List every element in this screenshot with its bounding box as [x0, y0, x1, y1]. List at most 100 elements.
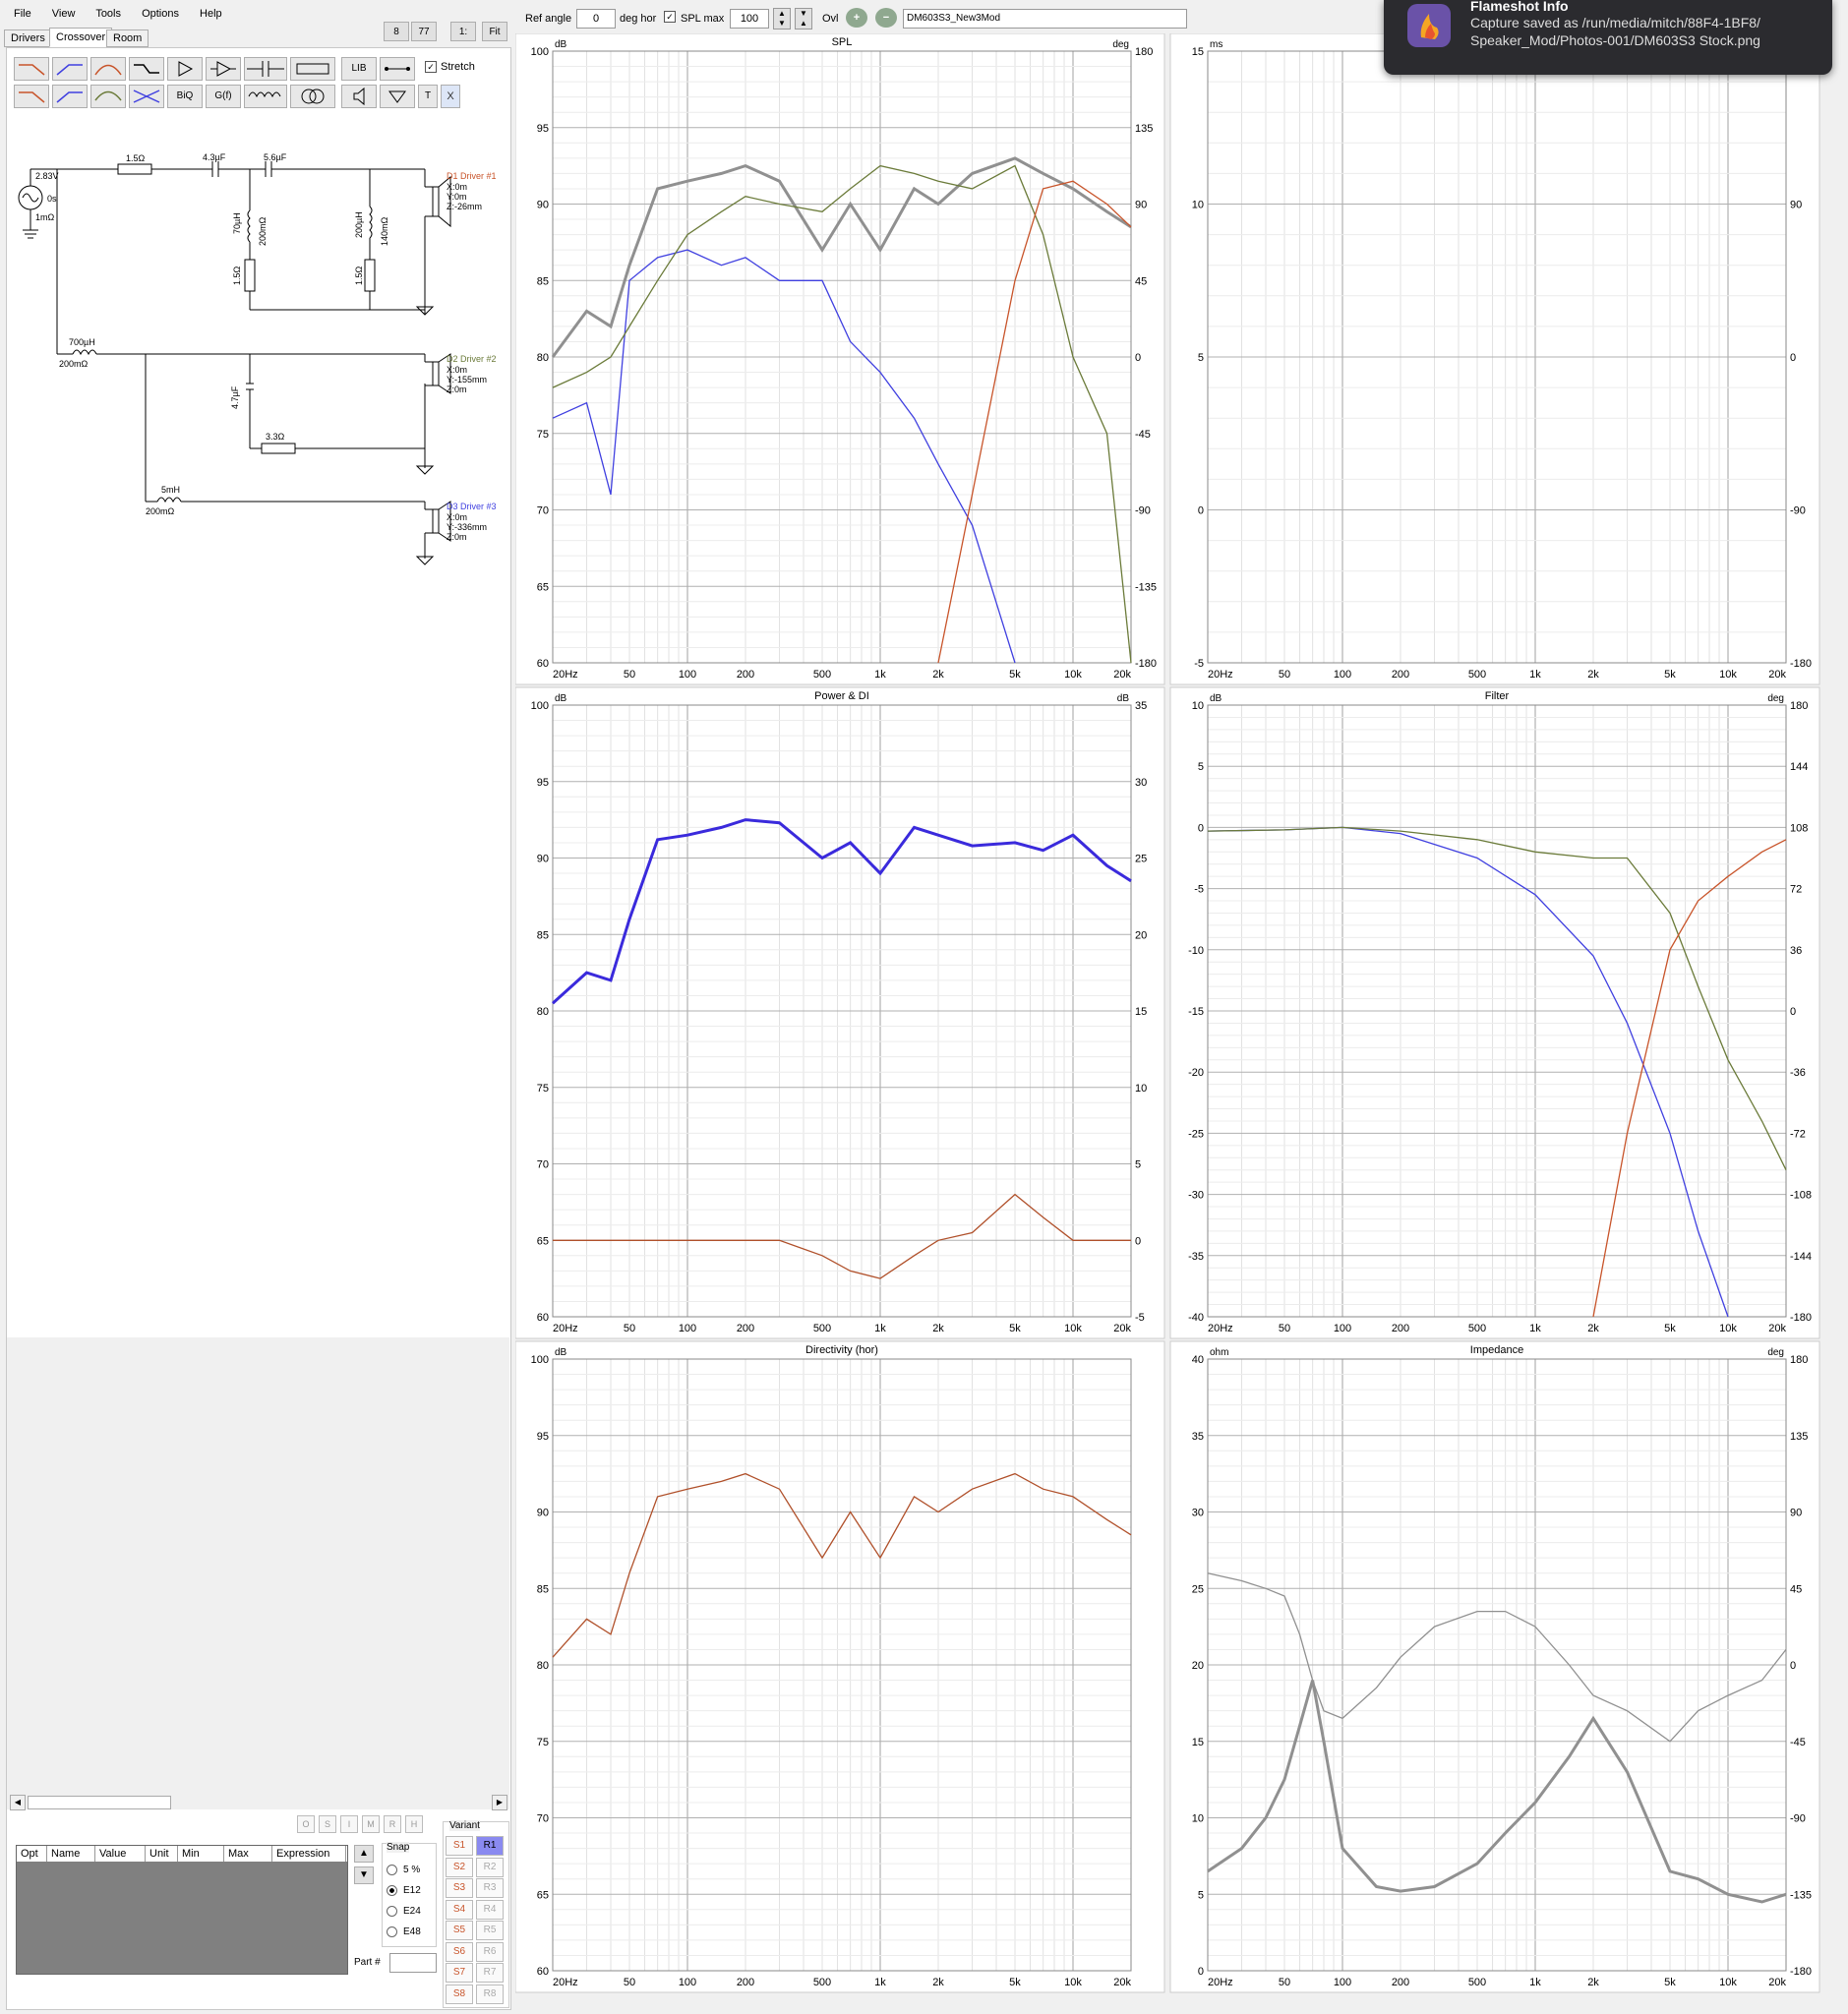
- ref-angle-input[interactable]: 0: [576, 9, 616, 29]
- snap-radio-5[interactable]: [387, 1865, 397, 1875]
- biquad-button[interactable]: BiQ: [167, 85, 203, 108]
- buffer-icon[interactable]: [206, 57, 241, 81]
- y-tick-label: 0: [1198, 1966, 1204, 1978]
- optimizer-column-max[interactable]: Max: [224, 1846, 272, 1862]
- variant-s1[interactable]: S1: [446, 1836, 473, 1856]
- y-tick-label: 95: [537, 123, 549, 135]
- variant-r5[interactable]: R5: [476, 1921, 504, 1940]
- lowpass-2-icon[interactable]: [14, 85, 49, 108]
- menu-file[interactable]: File: [14, 8, 31, 20]
- x-tick-label: 100: [1334, 1323, 1351, 1334]
- wire-icon[interactable]: [380, 57, 415, 81]
- button-8[interactable]: 8: [384, 22, 409, 41]
- variant-r3[interactable]: R3: [476, 1878, 504, 1898]
- y2-tick-label: -45: [1135, 429, 1151, 441]
- ground-icon[interactable]: [380, 85, 415, 108]
- snap-radio-E48[interactable]: [387, 1926, 397, 1937]
- notch-icon[interactable]: [129, 85, 164, 108]
- variant-r4[interactable]: R4: [476, 1899, 504, 1920]
- optimizer-flag-i[interactable]: I: [340, 1815, 358, 1833]
- fit-button[interactable]: Fit: [482, 22, 507, 41]
- part-number-input[interactable]: [389, 1953, 437, 1973]
- snap-radio-E24[interactable]: [387, 1906, 397, 1917]
- y-tick-label: -30: [1188, 1190, 1204, 1202]
- speaker-icon[interactable]: [341, 85, 377, 108]
- graph-filter: FilterdB deg1050-5-10-15-20-25-30-35-4018…: [1169, 686, 1820, 1339]
- y2-tick-label: -45: [1790, 1737, 1806, 1748]
- spl-max-checkbox[interactable]: ✓: [664, 11, 676, 23]
- snap-radio-E12[interactable]: [387, 1885, 397, 1896]
- stretch-checkbox[interactable]: ✓: [425, 61, 437, 73]
- amplifier-icon[interactable]: [167, 57, 203, 81]
- menu-options[interactable]: Options: [142, 8, 179, 20]
- allpass-icon[interactable]: [90, 85, 126, 108]
- delete-button[interactable]: X: [441, 85, 460, 108]
- tab-crossover[interactable]: Crossover: [49, 28, 113, 47]
- text-button[interactable]: T: [418, 85, 438, 108]
- spl-max-input[interactable]: 100: [730, 9, 769, 29]
- optimizer-column-value[interactable]: Value: [95, 1846, 146, 1862]
- transformer-icon[interactable]: [290, 85, 335, 108]
- variant-s4[interactable]: S4: [446, 1899, 473, 1920]
- menu-help[interactable]: Help: [200, 8, 222, 20]
- y-tick-label: 100: [531, 46, 549, 58]
- variant-r7[interactable]: R7: [476, 1963, 504, 1983]
- optimizer-flag-o[interactable]: O: [297, 1815, 315, 1833]
- variant-s7[interactable]: S7: [446, 1963, 473, 1983]
- optimizer-flag-m[interactable]: M: [362, 1815, 380, 1833]
- remove-overlay-icon[interactable]: −: [875, 8, 897, 28]
- variant-s8[interactable]: S8: [446, 1984, 473, 2004]
- optimizer-flag-h[interactable]: H: [405, 1815, 423, 1833]
- flameshot-notification[interactable]: Flameshot Info Capture saved as /run/med…: [1384, 0, 1832, 75]
- variant-r1[interactable]: R1: [476, 1836, 504, 1856]
- y2-tick-label: 180: [1135, 46, 1153, 58]
- bandpass-icon[interactable]: [90, 57, 126, 81]
- shelf-icon[interactable]: [129, 57, 164, 81]
- scroll-right-arrow[interactable]: ▶: [492, 1795, 507, 1810]
- optimizer-column-unit[interactable]: Unit: [146, 1846, 178, 1862]
- variant-r8[interactable]: R8: [476, 1984, 504, 2004]
- menu-tools[interactable]: Tools: [95, 8, 121, 20]
- notification-title: Flameshot Info: [1470, 0, 1569, 14]
- optimizer-column-expression[interactable]: Expression: [272, 1846, 346, 1862]
- y2-tick-label: -180: [1135, 658, 1157, 670]
- variant-s6[interactable]: S6: [446, 1941, 473, 1962]
- optimizer-column-opt[interactable]: Opt: [17, 1846, 47, 1862]
- tab-room[interactable]: Room: [106, 30, 149, 47]
- zoom-fit-icon[interactable]: ▼ ▲: [795, 8, 812, 30]
- variant-s2[interactable]: S2: [446, 1857, 473, 1877]
- move-down-button[interactable]: ▼: [354, 1866, 374, 1884]
- optimizer-column-name[interactable]: Name: [47, 1846, 95, 1862]
- tab-drivers[interactable]: Drivers: [4, 30, 52, 47]
- lowpass-1-icon[interactable]: [14, 57, 49, 81]
- x-tick-label: 50: [624, 669, 635, 681]
- l4-label: 5mH: [161, 485, 180, 495]
- gf-button[interactable]: G(f): [206, 85, 241, 108]
- button-77[interactable]: 77: [411, 22, 437, 41]
- scroll-thumb[interactable]: [28, 1796, 171, 1809]
- scroll-left-arrow[interactable]: ◀: [10, 1795, 26, 1810]
- optimizer-flag-r[interactable]: R: [384, 1815, 401, 1833]
- variant-r6[interactable]: R6: [476, 1941, 504, 1962]
- highpass-2-icon[interactable]: [52, 85, 88, 108]
- horizontal-scrollbar[interactable]: ◀ ▶: [10, 1794, 507, 1810]
- project-name-field[interactable]: DM603S3_New3Mod: [903, 9, 1187, 29]
- move-up-button[interactable]: ▲: [354, 1845, 374, 1863]
- variant-s3[interactable]: S3: [446, 1878, 473, 1898]
- button-1to1[interactable]: 1:: [450, 22, 476, 41]
- optimizer-flag-s[interactable]: S: [319, 1815, 336, 1833]
- add-overlay-icon[interactable]: +: [846, 8, 867, 28]
- spl-max-spinner[interactable]: ▲ ▼: [773, 8, 791, 30]
- y2-tick-label: -144: [1790, 1251, 1812, 1263]
- x-tick-label: 2k: [932, 1323, 944, 1334]
- inductor-icon[interactable]: [244, 85, 287, 108]
- library-button[interactable]: LIB: [341, 57, 377, 81]
- optimizer-column-min[interactable]: Min: [178, 1846, 224, 1862]
- variant-r2[interactable]: R2: [476, 1857, 504, 1877]
- menu-view[interactable]: View: [52, 8, 76, 20]
- optimizer-table[interactable]: Opt Name Value Unit Min Max Expression: [16, 1845, 348, 1975]
- variant-s5[interactable]: S5: [446, 1921, 473, 1940]
- highpass-1-icon[interactable]: [52, 57, 88, 81]
- resistor-icon[interactable]: [290, 57, 335, 81]
- capacitor-icon[interactable]: [244, 57, 287, 81]
